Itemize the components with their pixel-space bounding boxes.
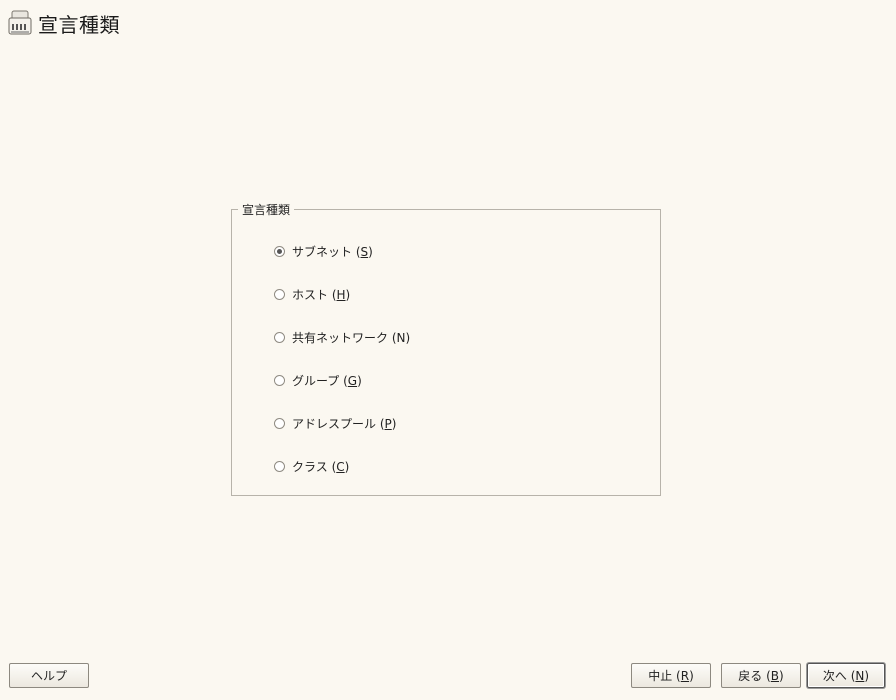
back-button[interactable]: 戻る (B)	[721, 663, 801, 688]
radio-host[interactable]: ホスト (H)	[274, 285, 350, 303]
radio-button[interactable]	[274, 460, 285, 472]
radio-button[interactable]	[274, 288, 285, 300]
radio-label: アドレスプール (P)	[292, 416, 397, 431]
radio-group[interactable]: グループ (G)	[274, 371, 362, 389]
page-title: 宣言種類	[38, 12, 120, 37]
radio-address-pool[interactable]: アドレスプール (P)	[274, 414, 396, 432]
group-legend: 宣言種類	[238, 201, 295, 218]
radio-shared-network[interactable]: 共有ネットワーク (N)	[274, 328, 410, 346]
declaration-type-group: 宣言種類 サブネット (S) ホスト (H) 共有ネットワーク (N) グループ…	[231, 201, 661, 496]
radio-label: サブネット (S)	[292, 244, 373, 259]
radio-button[interactable]	[274, 245, 285, 257]
radio-class[interactable]: クラス (C)	[274, 457, 349, 475]
radio-button[interactable]	[274, 417, 285, 429]
abort-button[interactable]: 中止 (R)	[631, 663, 711, 688]
page-header: 宣言種類	[8, 8, 120, 38]
network-card-icon	[8, 10, 32, 36]
radio-button[interactable]	[274, 374, 285, 386]
radio-label: グループ (G)	[292, 373, 362, 388]
radio-label: ホスト (H)	[292, 287, 351, 302]
radio-label: クラス (C)	[292, 459, 350, 474]
radio-button[interactable]	[274, 331, 285, 343]
next-button[interactable]: 次へ (N)	[807, 663, 885, 688]
radio-subnet[interactable]: サブネット (S)	[274, 242, 373, 260]
radio-label: 共有ネットワーク (N)	[292, 330, 411, 345]
help-button[interactable]: ヘルプ	[9, 663, 89, 688]
